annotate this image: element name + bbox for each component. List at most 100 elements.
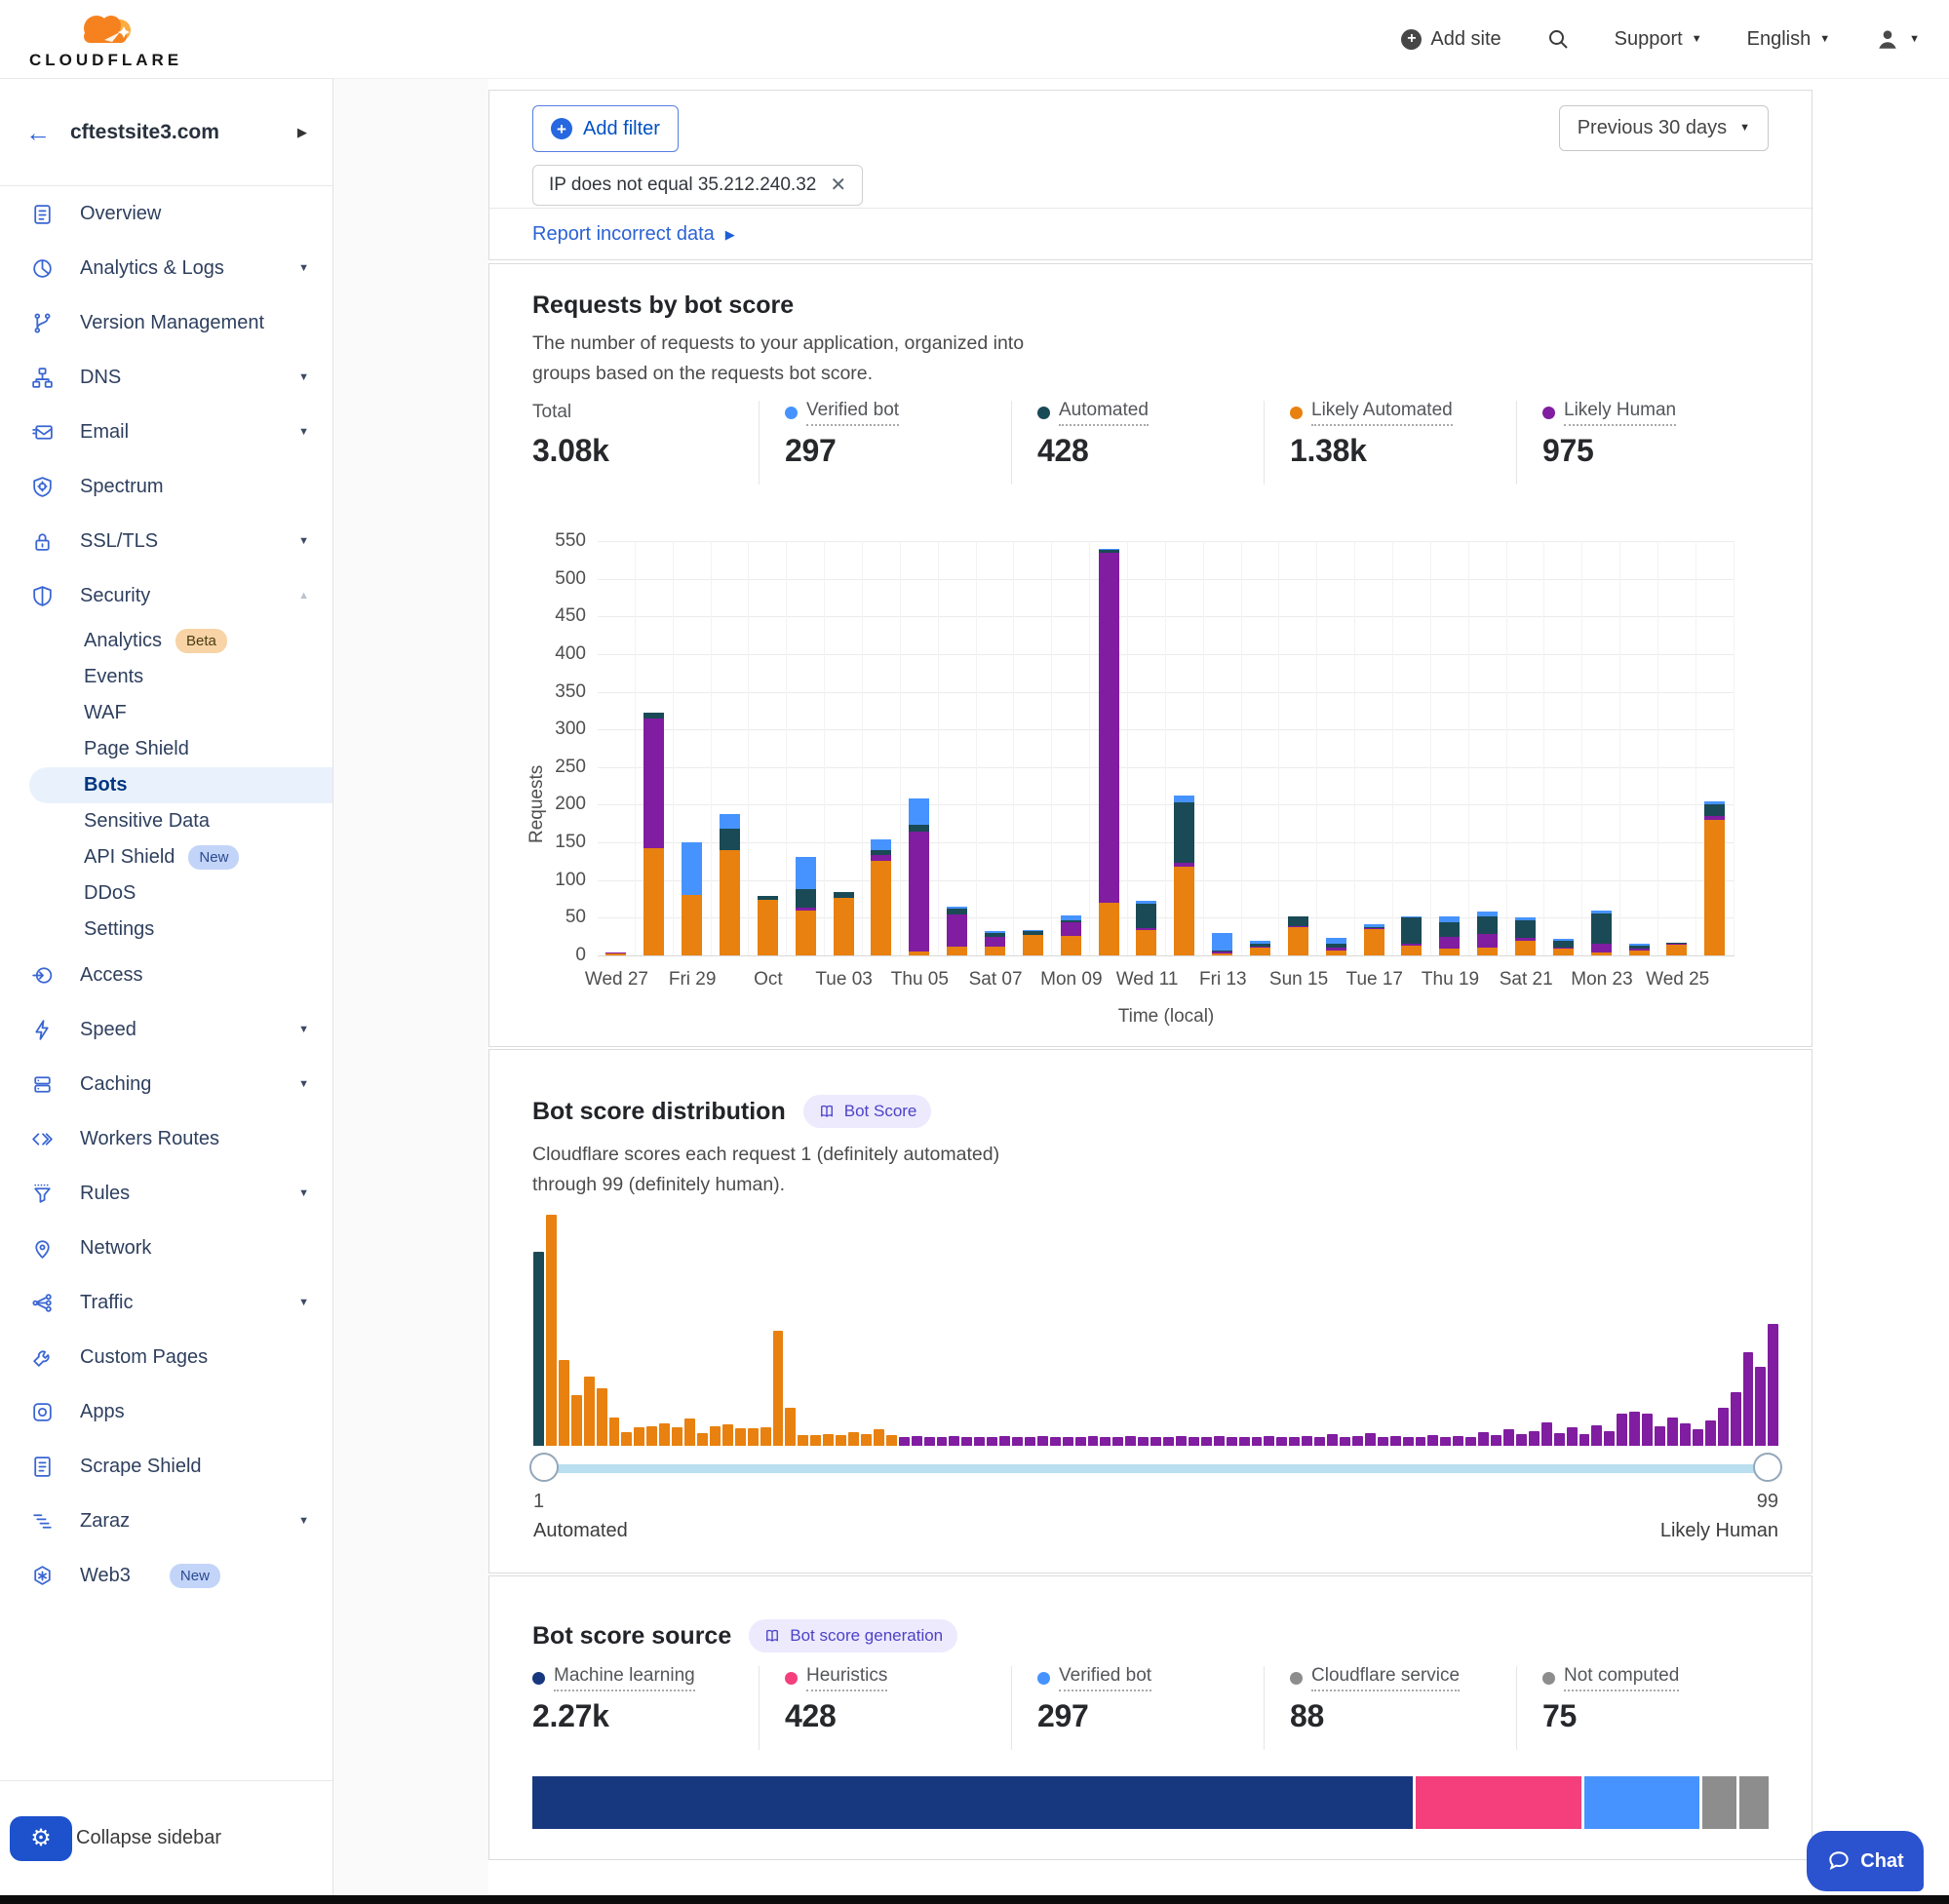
sidebar-item-workers-routes[interactable]: Workers Routes bbox=[0, 1111, 332, 1166]
sidebar-subitem-analytics[interactable]: AnalyticsBeta bbox=[0, 623, 332, 659]
stat-label[interactable]: Not computed bbox=[1564, 1665, 1679, 1691]
sidebar-item-dns[interactable]: DNS▼ bbox=[0, 350, 332, 405]
settings-gear-button[interactable]: ⚙ bbox=[10, 1816, 72, 1861]
sidebar-subitem-ddos[interactable]: DDoS bbox=[0, 875, 332, 912]
sidebar-item-apps[interactable]: Apps bbox=[0, 1384, 332, 1439]
x-tick-label: Sat 21 bbox=[1500, 969, 1553, 991]
slider-max-label: 99 bbox=[1757, 1491, 1778, 1513]
segment-likely-human bbox=[1477, 934, 1498, 948]
segment-likely-automated bbox=[1629, 951, 1650, 955]
bar-slot-fri-20 bbox=[1468, 541, 1506, 955]
segment-likely-automated bbox=[1553, 949, 1574, 955]
hist-bar-score-62 bbox=[1302, 1436, 1312, 1446]
bot-score-generation-badge[interactable]: Bot score generation bbox=[749, 1619, 957, 1652]
segment-likely-automated bbox=[682, 895, 702, 955]
report-incorrect-data-link[interactable]: Report incorrect data ▶ bbox=[532, 223, 735, 246]
chevron-right-icon[interactable]: ▶ bbox=[297, 125, 307, 140]
hist-bar-score-54 bbox=[1201, 1437, 1212, 1446]
bar-slot-wed-18 bbox=[1392, 541, 1430, 955]
sidebar-subitem-waf[interactable]: WAF bbox=[0, 695, 332, 731]
sidebar-item-spectrum[interactable]: Spectrum bbox=[0, 459, 332, 514]
sidebar-item-overview[interactable]: Overview bbox=[0, 186, 332, 241]
stat-label[interactable]: Verified bot bbox=[806, 400, 899, 426]
x-axis-title: Time (local) bbox=[1118, 1006, 1215, 1028]
date-range-dropdown[interactable]: Previous 30 days ▼ bbox=[1559, 105, 1769, 151]
hist-bar-score-21 bbox=[785, 1408, 796, 1447]
stat-label[interactable]: Verified bot bbox=[1059, 1665, 1151, 1691]
filter-chip[interactable]: IP does not equal 35.212.240.32 ✕ bbox=[532, 165, 863, 206]
sidebar-item-web3[interactable]: Web3New bbox=[0, 1548, 332, 1603]
slider-track[interactable] bbox=[533, 1464, 1778, 1473]
sidebar-subitem-sensitive-data[interactable]: Sensitive Data bbox=[0, 803, 332, 839]
bot-score-badge[interactable]: Bot Score bbox=[803, 1095, 932, 1128]
sidebar-subitem-bots[interactable]: Bots bbox=[29, 767, 332, 803]
email-icon bbox=[29, 419, 55, 445]
back-arrow-icon[interactable]: ← bbox=[25, 120, 51, 145]
sidebar-item-rules[interactable]: Rules▼ bbox=[0, 1166, 332, 1221]
sidebar-item-analytics-logs[interactable]: Analytics & Logs▼ bbox=[0, 241, 332, 295]
sidebar-subitem-events[interactable]: Events bbox=[0, 659, 332, 695]
top-nav: + Add site Support ▼ English ▼ ▼ bbox=[1401, 26, 1920, 52]
support-menu[interactable]: Support ▼ bbox=[1615, 28, 1702, 51]
hist-bar-score-89 bbox=[1642, 1414, 1653, 1446]
web3-icon bbox=[29, 1563, 55, 1588]
sidebar-item-traffic[interactable]: Traffic▼ bbox=[0, 1275, 332, 1330]
bar-slot-tue-03 bbox=[824, 541, 862, 955]
account-menu[interactable]: ▼ bbox=[1875, 26, 1920, 52]
requests-chart-plot: 050100150200250300350400450500550 bbox=[598, 541, 1735, 955]
slider-handle-max[interactable] bbox=[1753, 1453, 1782, 1482]
stat-label[interactable]: Automated bbox=[1059, 400, 1149, 426]
stat-cloudflare-service: Cloudflare service88 bbox=[1264, 1666, 1516, 1750]
arrow-right-icon: ▶ bbox=[725, 227, 735, 243]
site-header[interactable]: ← cftestsite3.com ▶ bbox=[0, 79, 332, 186]
segment-likely-human bbox=[1591, 944, 1612, 952]
hist-bar-score-31 bbox=[912, 1436, 922, 1446]
chevron-down-icon: ▼ bbox=[298, 1515, 309, 1527]
collapse-sidebar-button[interactable]: Collapse sidebar bbox=[76, 1827, 221, 1849]
stat-label[interactable]: Machine learning bbox=[554, 1665, 695, 1691]
chat-button[interactable]: Chat bbox=[1807, 1831, 1924, 1891]
x-tick-label: Mon 23 bbox=[1571, 969, 1632, 991]
add-filter-button[interactable]: + Add filter bbox=[532, 105, 679, 152]
segment-verified-bot bbox=[871, 839, 891, 850]
sidebar-item-version-management[interactable]: Version Management bbox=[0, 295, 332, 350]
analytics-logs-icon bbox=[29, 255, 55, 281]
sidebar-item-security[interactable]: Security▲ bbox=[0, 568, 332, 623]
sidebar-item-caching[interactable]: Caching▼ bbox=[0, 1057, 332, 1111]
close-icon[interactable]: ✕ bbox=[830, 175, 846, 195]
apps-icon bbox=[29, 1399, 55, 1424]
segment-likely-automated bbox=[1401, 946, 1422, 955]
requests-stats-row: Total3.08kVerified bot297Automated428Lik… bbox=[532, 401, 1769, 485]
sidebar-item-custom-pages[interactable]: Custom Pages bbox=[0, 1330, 332, 1384]
hist-bar-score-79 bbox=[1516, 1434, 1527, 1446]
sidebar-item-label: Overview bbox=[80, 203, 161, 225]
stat-label[interactable]: Likely Automated bbox=[1311, 400, 1453, 426]
sidebar-item-ssl-tls[interactable]: SSL/TLS▼ bbox=[0, 514, 332, 568]
bar-slot-mon-09 bbox=[1051, 541, 1089, 955]
sidebar-item-network[interactable]: Network bbox=[0, 1221, 332, 1275]
add-site-button[interactable]: + Add site bbox=[1401, 28, 1501, 51]
score-range-slider[interactable] bbox=[533, 1452, 1778, 1487]
slider-handle-min[interactable] bbox=[529, 1453, 559, 1482]
stat-label[interactable]: Heuristics bbox=[806, 1665, 887, 1691]
sidebar-item-zaraz[interactable]: Zaraz▼ bbox=[0, 1494, 332, 1548]
hist-bar-score-88 bbox=[1629, 1412, 1640, 1446]
sidebar-item-scrape-shield[interactable]: Scrape Shield bbox=[0, 1439, 332, 1494]
stat-label[interactable]: Cloudflare service bbox=[1311, 1665, 1460, 1691]
stat-label[interactable]: Likely Human bbox=[1564, 400, 1676, 426]
sidebar-item-speed[interactable]: Speed▼ bbox=[0, 1002, 332, 1057]
hist-bar-score-77 bbox=[1491, 1435, 1501, 1446]
sidebar-subitem-page-shield[interactable]: Page Shield bbox=[0, 731, 332, 767]
sidebar-item-email[interactable]: Email▼ bbox=[0, 405, 332, 459]
hist-bar-score-63 bbox=[1314, 1437, 1325, 1446]
sidebar-subitem-label: API Shield bbox=[84, 846, 175, 869]
x-tick-label: Sun 15 bbox=[1269, 969, 1328, 991]
segment-likely-automated bbox=[1666, 945, 1687, 955]
language-menu[interactable]: English ▼ bbox=[1747, 28, 1831, 51]
sidebar-item-label: Security bbox=[80, 585, 150, 607]
segment-likely-automated bbox=[985, 947, 1005, 955]
sidebar-subitem-api-shield[interactable]: API ShieldNew bbox=[0, 839, 332, 875]
sidebar-subitem-settings[interactable]: Settings bbox=[0, 912, 332, 948]
search-button[interactable] bbox=[1546, 27, 1570, 51]
sidebar-item-access[interactable]: Access bbox=[0, 948, 332, 1002]
